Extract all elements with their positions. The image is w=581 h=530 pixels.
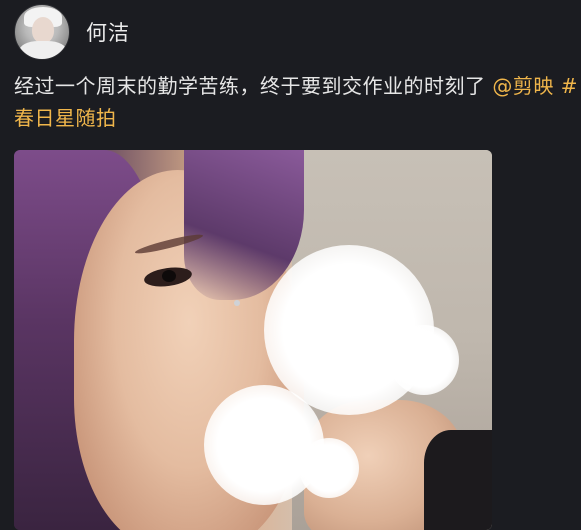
post-text-main: 经过一个周末的勤学苦练，终于要到交作业的时刻了 [14,74,493,98]
username[interactable]: 何洁 [86,17,130,47]
photo-smoke-bubble [299,438,359,498]
post-photo[interactable] [14,150,492,530]
weibo-post: 何洁 经过一个周末的勤学苦练，终于要到交作业的时刻了 @剪映 #春日星随拍 [0,0,581,530]
photo-sleeve [424,430,492,530]
post-header: 何洁 [14,4,130,60]
avatar-body [19,41,67,59]
photo-pupil [162,270,176,282]
mention-link[interactable]: @剪映 [492,74,554,98]
avatar-face [32,17,54,43]
post-text: 经过一个周末的勤学苦练，终于要到交作业的时刻了 @剪映 #春日星随拍 [14,70,581,134]
photo-smoke-bubble [389,325,459,395]
avatar[interactable] [14,4,70,60]
photo-nose-stud [234,300,240,306]
